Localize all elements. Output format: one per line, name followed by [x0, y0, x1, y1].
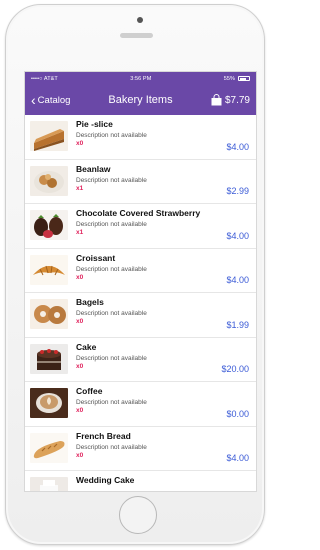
item-name: Croissant	[76, 252, 116, 263]
item-name: Wedding Cake	[76, 475, 135, 485]
item-price: $4.00	[226, 453, 249, 463]
list-item[interactable]: Croissant Description not available x0 $…	[25, 249, 256, 293]
item-quantity: x0	[76, 318, 84, 325]
bagels-image	[30, 299, 68, 329]
carrier-label: ••••○ AT&T	[31, 75, 58, 82]
item-description: Description not available	[76, 354, 147, 362]
item-quantity: x1	[76, 184, 84, 192]
list-item[interactable]: French Bread Description not available x…	[25, 427, 256, 471]
cart-total: $7.79	[224, 94, 250, 106]
item-quantity: x1	[76, 229, 84, 236]
list-item[interactable]: Cake Description not available x0 $20.00	[25, 338, 256, 382]
beanlaw-image	[30, 165, 68, 196]
item-price: $1.99	[226, 319, 249, 330]
status-bar: ••••○ AT&T 3:56 PM 55%	[25, 72, 256, 85]
back-button[interactable]: ‹ Catalog	[31, 91, 71, 108]
french-bread-image	[30, 432, 68, 463]
item-quantity: x0	[76, 407, 84, 414]
items-list: Pie -slice Description not available x0 …	[25, 115, 256, 491]
item-price: $2.99	[226, 186, 249, 196]
status-right: 55%	[224, 76, 250, 82]
item-name: French Bread	[76, 430, 131, 441]
speaker	[120, 33, 153, 38]
item-description: Description not available	[76, 221, 147, 228]
item-name: Bagels	[76, 297, 104, 307]
camera	[137, 17, 143, 23]
phone-frame: ••••○ AT&T 3:56 PM 55% ‹ Catalog Bakery …	[5, 4, 265, 545]
item-name: Pie -slice	[76, 119, 113, 129]
list-item[interactable]: Coffee Description not available x0 $0.0…	[25, 382, 256, 427]
list-item[interactable]: Beanlaw Description not available x1 $2.…	[25, 160, 256, 204]
item-description: Description not available	[76, 132, 147, 139]
item-price: $0.00	[226, 408, 249, 419]
item-price: $4.00	[226, 230, 249, 241]
nav-bar: ‹ Catalog Bakery Items $7.79	[25, 85, 256, 115]
list-item[interactable]: Bagels Description not available x0 $1.9…	[25, 293, 256, 338]
coffee-image	[30, 388, 68, 418]
item-name: Chocolate Covered Strawberry	[76, 208, 201, 218]
item-description: Description not available	[76, 176, 147, 184]
chevron-left-icon: ‹	[31, 91, 36, 108]
item-name: Beanlaw	[76, 163, 111, 174]
battery-icon	[238, 76, 250, 81]
app-screen: ••••○ AT&T 3:56 PM 55% ‹ Catalog Bakery …	[24, 71, 257, 492]
item-name: Coffee	[76, 386, 103, 396]
item-description: Description not available	[76, 399, 147, 406]
battery-label: 55%	[223, 75, 235, 82]
pie-slice-image	[30, 121, 68, 151]
item-price: $20.00	[221, 364, 249, 374]
item-name: Cake	[76, 341, 97, 352]
croissant-image	[30, 254, 68, 285]
item-price: $4.00	[226, 275, 249, 285]
cart-button[interactable]: $7.79	[211, 94, 250, 106]
back-label: Catalog	[37, 94, 71, 106]
status-time: 3:56 PM	[130, 75, 152, 82]
list-item[interactable]: Pie -slice Description not available x0 …	[25, 115, 256, 160]
item-quantity: x0	[76, 273, 84, 281]
wedding-cake-image	[30, 477, 68, 491]
chocolate-strawberry-image	[30, 210, 68, 240]
item-quantity: x0	[76, 140, 84, 147]
cake-image	[30, 343, 68, 374]
item-description: Description not available	[76, 265, 147, 273]
list-item[interactable]: Chocolate Covered Strawberry Description…	[25, 204, 256, 249]
home-button[interactable]	[119, 496, 157, 534]
item-price: $4.00	[226, 141, 249, 152]
item-description: Description not available	[76, 443, 147, 451]
item-quantity: x0	[76, 451, 84, 459]
item-description: Description not available	[76, 310, 147, 317]
list-item[interactable]: Wedding Cake	[25, 471, 256, 491]
shopping-bag-icon	[211, 94, 222, 106]
